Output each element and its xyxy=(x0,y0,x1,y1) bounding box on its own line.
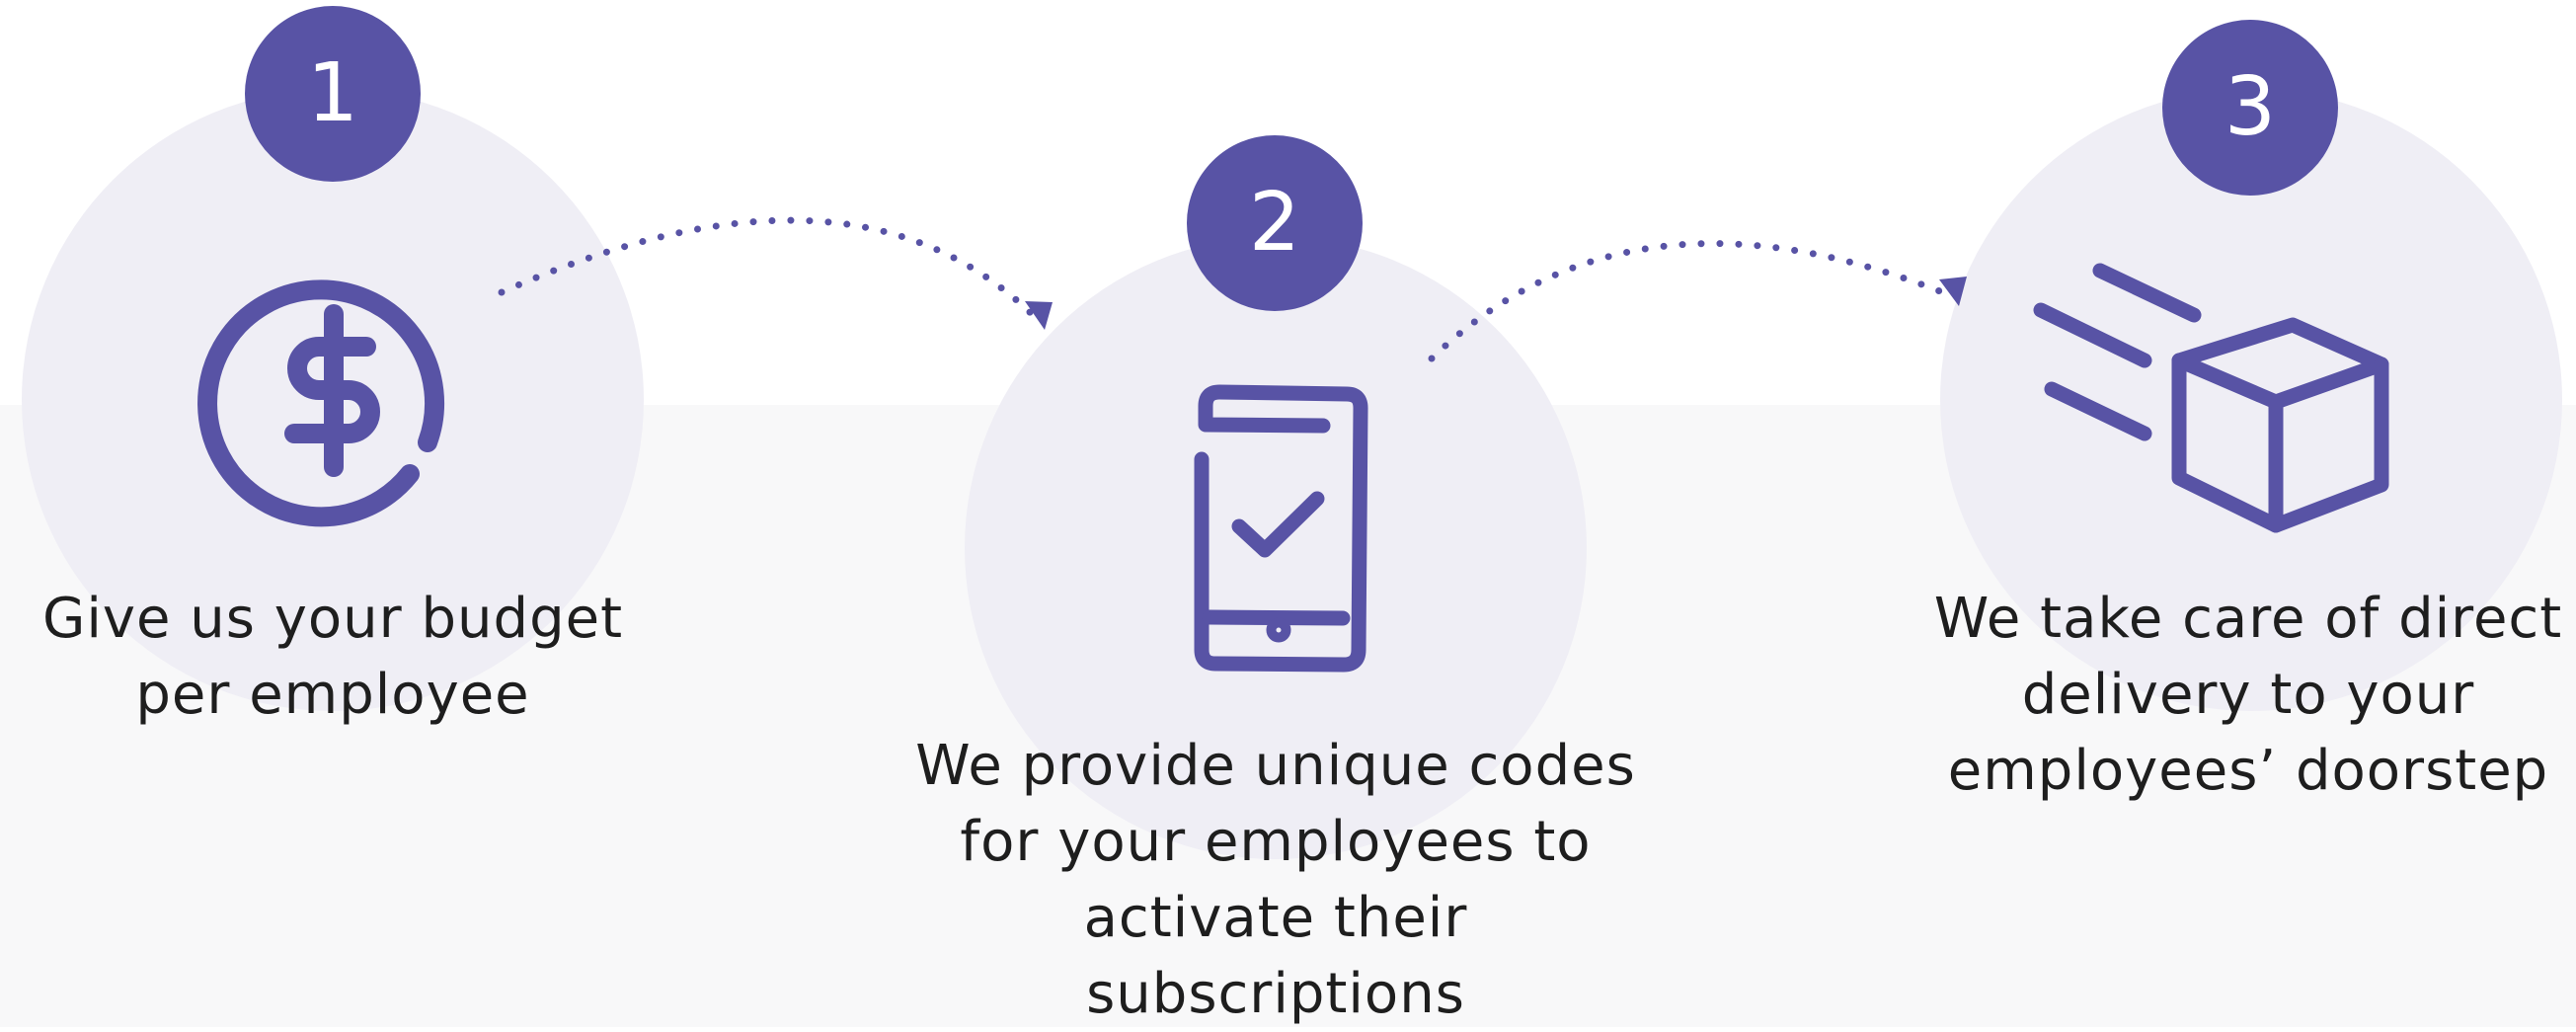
delivery-box-icon xyxy=(2033,263,2389,533)
step-2-line-4: subscriptions xyxy=(1086,962,1465,1026)
step-3-line-3: employees’ doorstep xyxy=(1947,739,2549,803)
step-3-number: 3 xyxy=(2224,60,2277,154)
step-3-line-1: We take care of direct xyxy=(1933,587,2563,651)
dollar-coin-icon xyxy=(197,279,444,527)
step-2-description: We provide unique codes for your employe… xyxy=(881,728,1671,1032)
step-2-line-3: activate their xyxy=(1083,886,1468,950)
step-1-description: Give us your budget per employee xyxy=(37,581,629,733)
phone-checkmark-icon xyxy=(1194,384,1368,673)
step-2-line-1: We provide unique codes xyxy=(915,734,1636,798)
step-1-number: 1 xyxy=(306,46,359,140)
step-3-number-badge: 3 xyxy=(2162,20,2338,196)
step-1-line-2: per employee xyxy=(135,663,530,727)
step-3-line-2: delivery to your xyxy=(2021,663,2475,727)
connector-arrow-1-2 xyxy=(498,216,1036,318)
arrowhead-2-3 xyxy=(1939,277,1967,306)
connector-arrow-2-3 xyxy=(1428,240,1949,362)
step-2-line-2: for your employees to xyxy=(960,810,1592,874)
step-1-number-badge: 1 xyxy=(245,6,421,182)
step-1-line-1: Give us your budget xyxy=(41,587,624,651)
step-2-number: 2 xyxy=(1248,176,1301,270)
step-2-number-badge: 2 xyxy=(1187,135,1363,311)
step-3-description: We take care of direct delivery to your … xyxy=(1853,581,2576,809)
